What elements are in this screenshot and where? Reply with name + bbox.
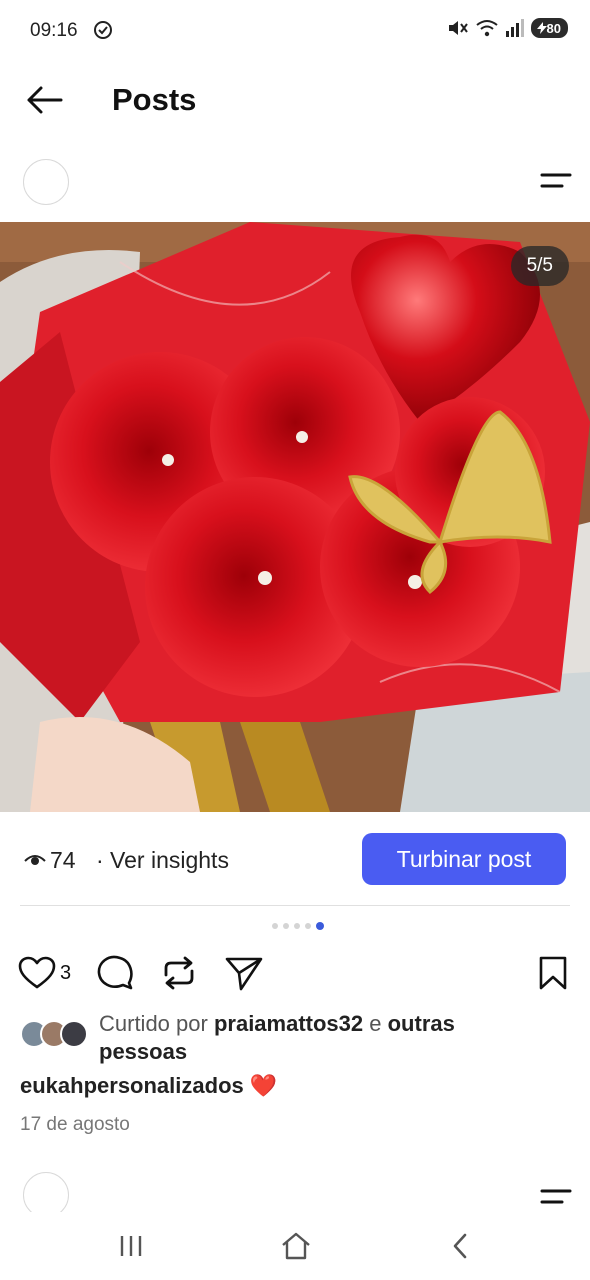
recents-button[interactable] bbox=[111, 1226, 151, 1266]
eye-icon bbox=[24, 855, 46, 865]
nav-back-icon bbox=[453, 1233, 467, 1259]
post-menu-button[interactable] bbox=[538, 1182, 574, 1212]
likes-text: Curtido por praiamattos32 e outras pessoa… bbox=[99, 1010, 579, 1066]
menu-icon bbox=[540, 173, 572, 188]
avatar bbox=[60, 1020, 88, 1048]
share-button[interactable] bbox=[224, 954, 264, 992]
comment-button[interactable] bbox=[96, 954, 134, 992]
menu-icon bbox=[540, 1189, 572, 1204]
share-icon bbox=[225, 957, 263, 991]
insights-row: 74 · Ver insights Turbinar post bbox=[0, 832, 590, 892]
avatar[interactable] bbox=[23, 1172, 69, 1212]
charging-icon bbox=[536, 22, 547, 34]
heart-icon bbox=[18, 956, 56, 989]
home-button[interactable] bbox=[276, 1226, 316, 1266]
carousel-indicator bbox=[0, 922, 590, 930]
post-menu-button[interactable] bbox=[538, 166, 574, 196]
bookmark-icon bbox=[539, 956, 567, 990]
likes-connector: e bbox=[363, 1011, 388, 1036]
next-post-header bbox=[0, 1162, 590, 1212]
post-header bbox=[0, 150, 590, 214]
carousel-dot bbox=[294, 923, 300, 929]
view-insights-link[interactable]: · Ver insights bbox=[96, 847, 229, 874]
recents-icon bbox=[120, 1236, 142, 1256]
status-bar: 09:16 80 bbox=[0, 0, 590, 62]
likes-others[interactable]: outras bbox=[388, 1011, 455, 1036]
system-nav-bar bbox=[0, 1212, 590, 1280]
image-counter-badge: 5/5 bbox=[510, 246, 569, 286]
carousel-dot bbox=[305, 923, 311, 929]
carousel-dot-active bbox=[316, 922, 324, 930]
carousel-dot bbox=[283, 923, 289, 929]
sync-icon bbox=[94, 21, 112, 39]
post-date: 17 de agosto bbox=[20, 1114, 130, 1135]
rose-bouquet-image bbox=[0, 222, 590, 812]
bookmark-button[interactable] bbox=[538, 954, 568, 992]
boost-post-button[interactable]: Turbinar post bbox=[362, 833, 566, 885]
divider bbox=[20, 905, 570, 906]
like-button[interactable]: 3 bbox=[18, 954, 71, 992]
caption-username[interactable]: eukahpersonalizados bbox=[20, 1073, 244, 1098]
likes-suffix[interactable]: pessoas bbox=[99, 1039, 187, 1064]
avatar[interactable] bbox=[23, 159, 69, 205]
home-icon bbox=[282, 1232, 310, 1260]
app-header: Posts bbox=[0, 62, 590, 138]
comment-icon bbox=[97, 955, 133, 990]
post-image[interactable]: 5/5 bbox=[0, 222, 590, 812]
heart-emoji: ❤️ bbox=[249, 1073, 278, 1098]
post-actions: 3 bbox=[0, 950, 590, 996]
likes-prefix: Curtido por bbox=[99, 1011, 214, 1036]
back-arrow-icon bbox=[27, 86, 63, 114]
battery-level: 80 bbox=[546, 20, 561, 36]
nav-back-button[interactable] bbox=[440, 1226, 480, 1266]
battery-indicator: 80 bbox=[530, 18, 568, 38]
repost-button[interactable] bbox=[160, 954, 198, 992]
back-button[interactable] bbox=[22, 80, 66, 120]
page-title: Posts bbox=[112, 82, 197, 117]
like-count: 3 bbox=[60, 961, 72, 984]
carousel-dot bbox=[272, 923, 278, 929]
views-count: 74 bbox=[50, 847, 76, 873]
repost-icon bbox=[164, 956, 194, 990]
signal-icon bbox=[505, 19, 524, 37]
status-icons: 80 bbox=[447, 18, 568, 38]
mute-icon bbox=[448, 21, 468, 35]
status-time: 09:16 bbox=[30, 20, 78, 41]
post-caption: eukahpersonalizados ❤️ bbox=[20, 1073, 277, 1099]
liker-avatars bbox=[20, 1020, 94, 1050]
liker-username[interactable]: praiamattos32 bbox=[214, 1011, 363, 1036]
wifi-icon bbox=[475, 20, 498, 37]
